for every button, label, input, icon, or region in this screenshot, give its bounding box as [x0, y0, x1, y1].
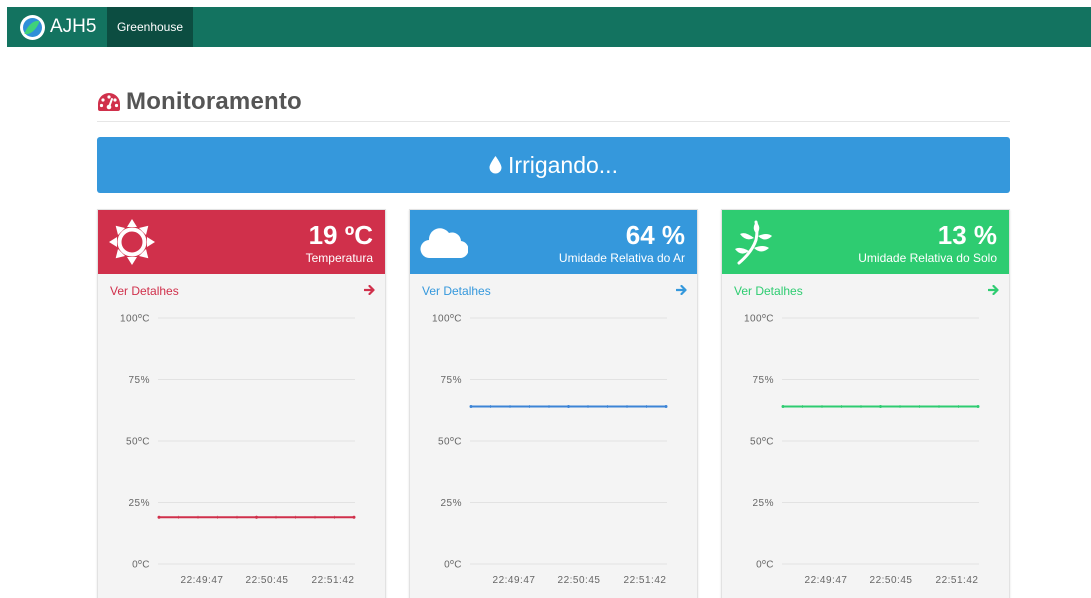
card-temperatura: 19 ºC Temperatura Ver Detalhes 100ºC 75% 5… [97, 209, 386, 598]
x-tick-label: 22:50:45 [246, 575, 289, 586]
card-umidade-ar: 64 % Umidade Relativa do Ar Ver Detalhes… [409, 209, 698, 598]
temperature-value: 19 ºC [308, 220, 373, 250]
data-point [157, 515, 161, 519]
cloud-icon [420, 228, 468, 259]
water-drop-icon [489, 156, 502, 174]
x-tick-label: 22:51:42 [936, 575, 979, 586]
temperature-label: Temperatura [305, 251, 373, 265]
brand-name: AJH5 [50, 16, 97, 37]
y-tick-label: 50ºC [750, 437, 774, 448]
page-title: Monitoramento [126, 88, 302, 115]
arrow-right-icon [364, 285, 375, 295]
data-point [976, 405, 980, 409]
x-tick-label: 22:51:42 [312, 575, 355, 586]
air-humidity-label: Umidade Relativa do Ar [558, 251, 685, 265]
air-humidity-value: 64 % [625, 220, 685, 250]
data-point [469, 405, 473, 409]
y-tick-label: 75% [128, 375, 150, 386]
brand-link[interactable]: AJH5 [20, 7, 96, 47]
x-tick-label: 22:50:45 [558, 575, 601, 586]
dashboard-gauge-icon [98, 93, 120, 111]
soil-humidity-value: 13 % [937, 220, 997, 250]
sun-icon [109, 219, 155, 265]
y-tick-label: 100ºC [120, 314, 150, 325]
details-link-umidade-solo[interactable]: Ver Detalhes [734, 282, 999, 300]
data-point [879, 405, 882, 409]
y-tick-label: 0ºC [756, 560, 774, 571]
y-tick-label: 0ºC [132, 560, 150, 571]
x-tick-label: 22:51:42 [624, 575, 667, 586]
card-header: 13 % Umidade Relativa do Solo [722, 210, 1009, 274]
x-tick-label: 22:49:47 [805, 575, 848, 586]
y-tick-label: 50ºC [438, 437, 462, 448]
chart-temperatura: 100ºC 75% 50ºC 25% 0ºC 22:49:47 22:50:45 22:51:… [120, 314, 356, 586]
card-umidade-solo: 13 % Umidade Relativa do Solo Ver Detalh… [721, 209, 1010, 598]
chart-umidade-ar: 100ºC 75% 50ºC 25% 0ºC 22:49:47 22:50:45 22:51:… [432, 314, 668, 586]
details-link-text: Ver Detalhes [422, 284, 491, 298]
y-tick-label: 25% [440, 498, 462, 509]
arrow-right-icon [988, 285, 999, 295]
data-point [255, 515, 258, 519]
y-tick-label: 100ºC [744, 314, 774, 325]
y-tick-label: 75% [752, 375, 774, 386]
leaf-logo-icon [20, 14, 45, 40]
arrow-right-icon [676, 285, 687, 295]
x-tick-label: 22:49:47 [181, 575, 224, 586]
data-point [781, 405, 785, 409]
y-tick-label: 50ºC [126, 437, 150, 448]
card-header: 19 ºC Temperatura [98, 210, 385, 274]
irrigation-status-banner: Irrigando... [97, 137, 1010, 193]
y-tick-label: 75% [440, 375, 462, 386]
data-point [567, 405, 570, 409]
y-tick-label: 25% [128, 498, 150, 509]
irrigation-status-text: Irrigando... [508, 151, 618, 178]
data-point [352, 515, 356, 519]
top-navbar: AJH5 Greenhouse [7, 7, 1091, 47]
details-link-umidade-ar[interactable]: Ver Detalhes [422, 282, 687, 300]
details-link-text: Ver Detalhes [734, 284, 803, 298]
details-link-text: Ver Detalhes [110, 284, 179, 298]
nav-tab-greenhouse[interactable]: Greenhouse [107, 7, 193, 47]
x-tick-label: 22:49:47 [493, 575, 536, 586]
y-tick-label: 0ºC [444, 560, 462, 571]
card-header: 64 % Umidade Relativa do Ar [410, 210, 697, 274]
page-header: Monitoramento [97, 88, 1010, 122]
soil-humidity-label: Umidade Relativa do Solo [858, 251, 997, 265]
x-tick-label: 22:50:45 [870, 575, 913, 586]
y-tick-label: 25% [752, 498, 774, 509]
y-tick-label: 100ºC [432, 314, 462, 325]
data-point [664, 405, 668, 409]
chart-umidade-solo: 100ºC 75% 50ºC 25% 0ºC 22:49:47 22:50:45 22:51:… [744, 314, 980, 586]
plant-icon [735, 220, 772, 265]
details-link-temperatura[interactable]: Ver Detalhes [110, 282, 375, 300]
